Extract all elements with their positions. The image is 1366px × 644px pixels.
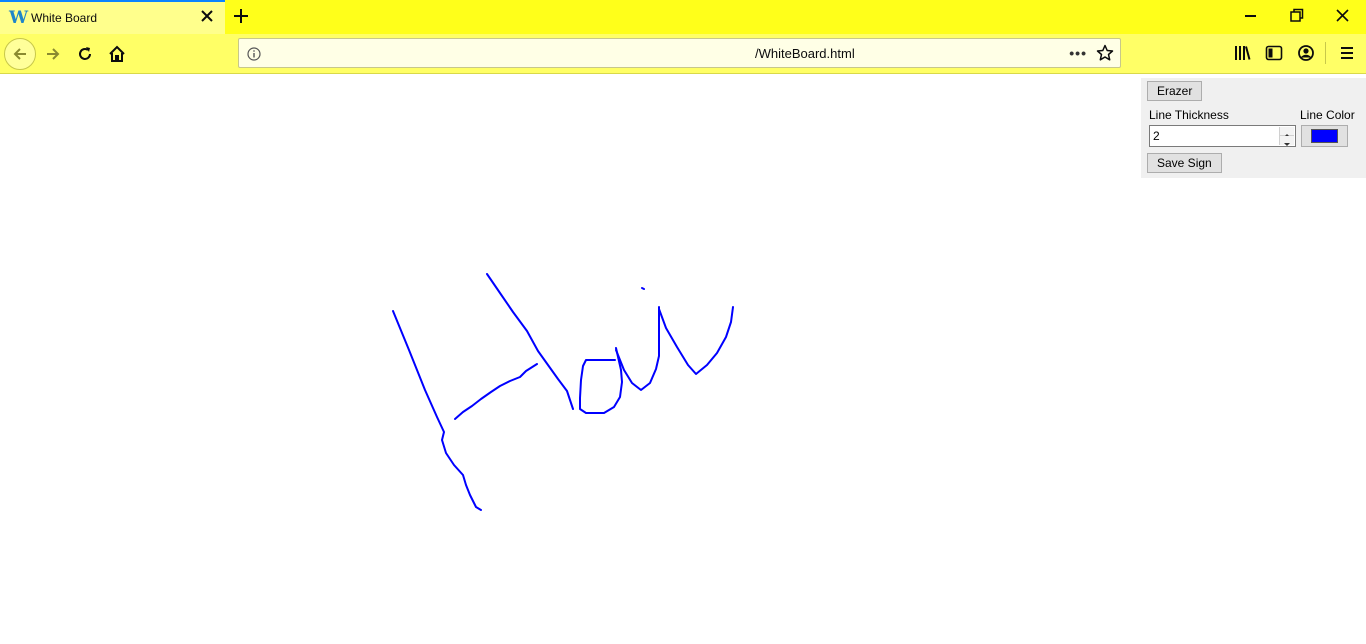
more-dots-icon[interactable]: ••• xyxy=(1069,45,1087,61)
caret-down-icon xyxy=(1284,143,1290,146)
back-arrow-icon xyxy=(13,48,26,60)
whiteboard-canvas[interactable]: Erazer Line Thickness Line Color 2 Save … xyxy=(0,75,1366,644)
tab-favicon: W xyxy=(9,8,29,28)
star-icon[interactable] xyxy=(1096,44,1114,62)
url-bar[interactable]: /WhiteBoard.html ••• xyxy=(238,38,1121,68)
forward-arrow-icon xyxy=(47,48,60,60)
back-button[interactable] xyxy=(4,38,36,70)
reload-icon xyxy=(79,47,91,60)
drawing-surface[interactable] xyxy=(0,75,1140,644)
reload-button[interactable] xyxy=(69,38,101,70)
save-sign-button[interactable]: Save Sign xyxy=(1147,153,1222,173)
stroke xyxy=(658,306,734,375)
toolbar-separator xyxy=(1325,42,1326,64)
tab-title: White Board xyxy=(31,11,98,25)
color-label: Line Color xyxy=(1300,108,1355,122)
color-swatch xyxy=(1311,129,1338,143)
active-tab[interactable]: W White Board xyxy=(0,0,225,34)
thickness-input[interactable]: 2 xyxy=(1149,125,1296,147)
plus-icon[interactable] xyxy=(231,6,251,26)
stroke xyxy=(392,310,482,511)
sidebar-icon[interactable] xyxy=(1265,44,1283,62)
handwritten-strokes xyxy=(392,273,734,511)
close-icon[interactable] xyxy=(199,8,215,24)
thickness-label: Line Thickness xyxy=(1149,108,1229,122)
navigation-toolbar: /WhiteBoard.html ••• xyxy=(0,34,1366,74)
info-icon[interactable] xyxy=(246,46,262,62)
stroke xyxy=(454,363,538,420)
stroke xyxy=(641,287,645,290)
forward-button[interactable] xyxy=(37,38,69,70)
account-icon[interactable] xyxy=(1297,44,1315,62)
home-icon xyxy=(109,45,125,62)
line-color-picker[interactable] xyxy=(1301,125,1348,147)
stroke xyxy=(579,347,623,414)
eraser-button[interactable]: Erazer xyxy=(1147,81,1203,101)
thickness-stepper[interactable] xyxy=(1279,127,1294,146)
menu-icon[interactable] xyxy=(1338,44,1356,62)
url-text: /WhiteBoard.html xyxy=(755,46,855,61)
stepper-down-button[interactable] xyxy=(1280,136,1294,146)
thickness-value: 2 xyxy=(1153,129,1160,143)
close-window-icon[interactable] xyxy=(1333,6,1353,26)
minimize-icon[interactable] xyxy=(1241,6,1261,26)
stepper-up-button[interactable] xyxy=(1280,127,1294,137)
restore-icon[interactable] xyxy=(1287,6,1307,26)
home-button[interactable] xyxy=(101,38,133,70)
tab-strip: W White Board xyxy=(0,0,1366,34)
library-icon[interactable] xyxy=(1233,44,1251,62)
stroke xyxy=(486,273,574,410)
controls-panel: Erazer Line Thickness Line Color 2 Save … xyxy=(1141,78,1366,178)
